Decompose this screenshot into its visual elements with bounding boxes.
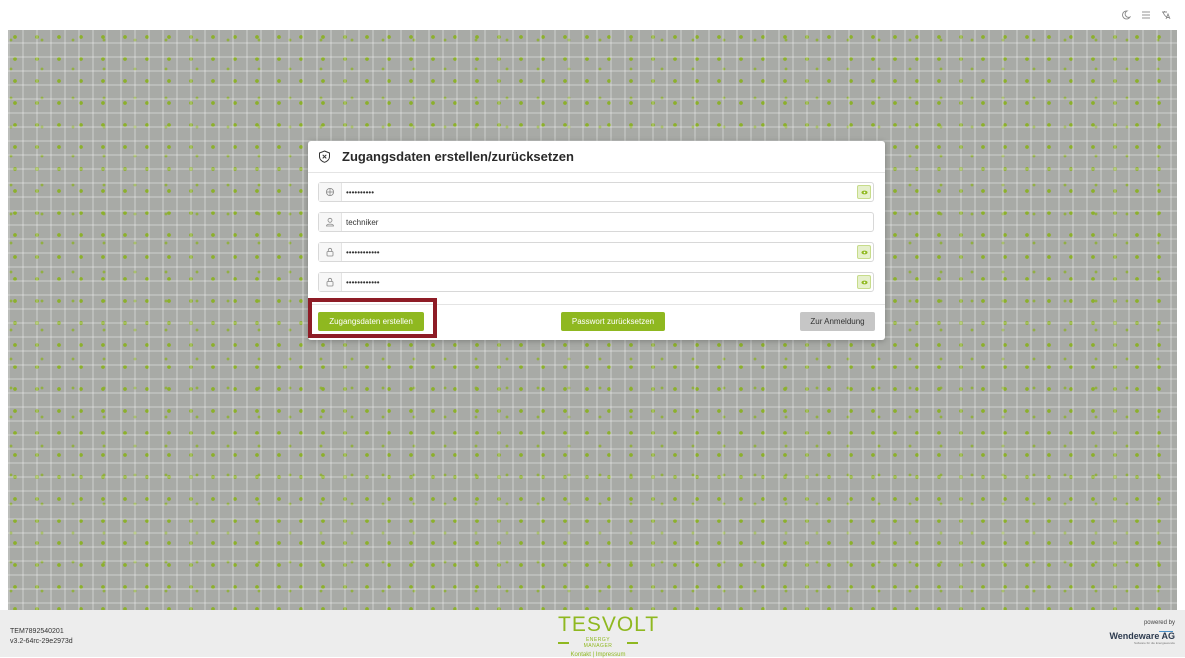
new-password-field <box>318 242 874 262</box>
confirm-password-input[interactable] <box>346 274 836 290</box>
show-password-icon[interactable] <box>857 275 871 289</box>
moon-icon[interactable] <box>1121 10 1131 20</box>
wendeware-accent-line <box>1159 631 1173 632</box>
new-password-input[interactable] <box>346 244 836 260</box>
logo-bar-left <box>558 642 570 644</box>
back-to-login-button[interactable]: Zur Anmeldung <box>800 312 875 331</box>
company-tagline: Software für die Energiewende <box>1133 641 1175 645</box>
footer-links[interactable]: Kontakt | Impressum <box>558 652 638 658</box>
brand-name: TESVOLT <box>558 613 660 636</box>
key-icon <box>319 183 342 201</box>
username-input[interactable] <box>346 214 836 230</box>
powered-by-label: powered by <box>1143 620 1175 626</box>
tesvolt-logo: TESVOLT ENERGY MANAGER Kontakt | Impress… <box>558 613 660 658</box>
show-password-icon[interactable] <box>857 245 871 259</box>
dialog-title: Zugangsdaten erstellen/zurücksetzen <box>342 149 574 164</box>
key-field <box>318 182 874 202</box>
device-info: TEM7892540201 v3.2-64rc-29e2973d <box>10 627 73 647</box>
brand-subtitle: ENERGY MANAGER <box>583 637 613 649</box>
confirm-password-field <box>318 272 874 292</box>
powered-by: powered by Wendeware AG Software für die… <box>1109 620 1175 645</box>
show-password-icon[interactable] <box>857 185 871 199</box>
top-bar-icons <box>1121 10 1171 20</box>
dialog-header: Zugangsdaten erstellen/zurücksetzen <box>308 141 885 173</box>
lock-icon <box>319 243 342 261</box>
company-logo: Wendeware AG <box>1109 631 1175 641</box>
user-icon <box>319 213 342 231</box>
reset-password-button[interactable]: Passwort zurücksetzen <box>561 312 665 331</box>
username-field <box>318 212 874 232</box>
shield-icon <box>318 150 331 163</box>
highlight-box <box>308 298 437 338</box>
lock-icon <box>319 273 342 291</box>
logo-bar-right <box>626 642 638 644</box>
translate-icon[interactable] <box>1161 10 1171 20</box>
page-footer: TEM7892540201 v3.2-64rc-29e2973d TESVOLT… <box>0 610 1185 658</box>
top-bar <box>0 0 1185 30</box>
device-serial: TEM7892540201 <box>10 628 64 635</box>
key-input[interactable] <box>346 184 836 200</box>
list-icon[interactable] <box>1141 10 1151 20</box>
brand-subtitle-row: ENERGY MANAGER <box>558 637 638 649</box>
firmware-version: v3.2-64rc-29e2973d <box>10 638 73 645</box>
